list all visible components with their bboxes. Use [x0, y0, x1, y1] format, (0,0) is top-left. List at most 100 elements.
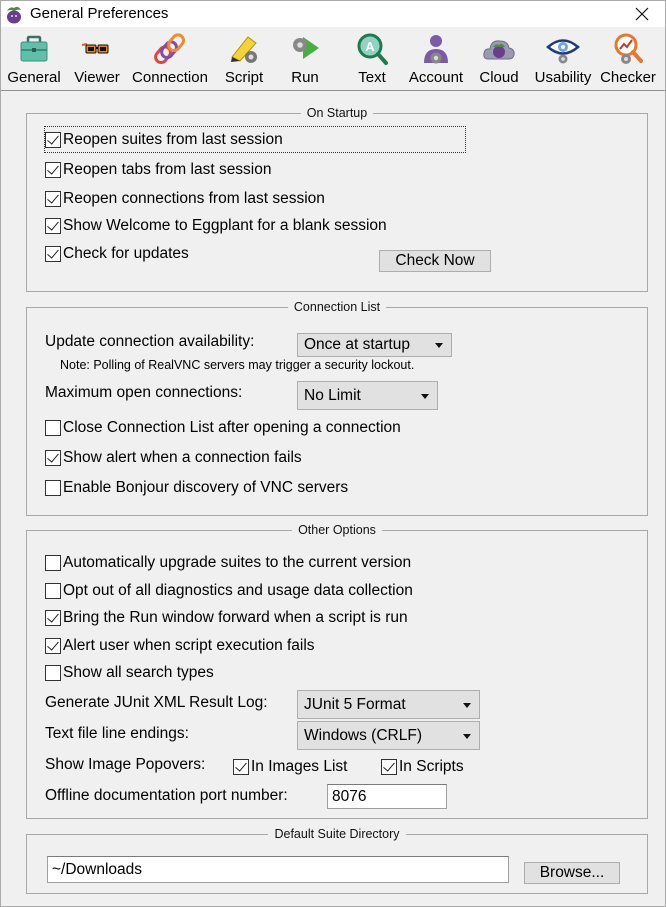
update-availability-select[interactable]: Once at startup: [297, 333, 452, 357]
tab-viewer-label: Viewer: [74, 69, 120, 86]
reopen-suites-label: Reopen suites from last session: [63, 131, 283, 148]
alert-script-fails-checkbox[interactable]: Alert user when script execution fails: [45, 636, 315, 656]
browse-button[interactable]: Browse...: [524, 862, 620, 884]
image-popovers-label: Show Image Popovers:: [45, 756, 206, 773]
max-connections-value: No Limit: [304, 386, 361, 404]
checkbox-box[interactable]: [45, 450, 61, 466]
tab-run[interactable]: Run: [283, 31, 327, 89]
chevron-down-icon: [421, 393, 429, 399]
show-welcome-checkbox[interactable]: Show Welcome to Eggplant for a blank ses…: [45, 216, 387, 236]
port-number-label: Offline documentation port number:: [45, 787, 288, 804]
line-endings-value: Windows (CRLF): [304, 726, 422, 744]
bonjour-discovery-checkbox[interactable]: Enable Bonjour discovery of VNC servers: [45, 478, 348, 498]
close-connection-list-checkbox[interactable]: Close Connection List after opening a co…: [45, 418, 401, 438]
checkbox-box[interactable]: [45, 638, 61, 654]
tab-usability[interactable]: Usability: [531, 31, 595, 89]
checkbox-box[interactable]: [45, 162, 61, 178]
user-gear-icon: [424, 35, 448, 64]
tab-connection[interactable]: Connection: [130, 31, 210, 89]
checkbox-box[interactable]: [45, 555, 61, 571]
bring-run-window-checkbox[interactable]: Bring the Run window forward when a scri…: [45, 608, 408, 628]
svg-text:A: A: [365, 39, 375, 54]
junit-log-value: JUnit 5 Format: [304, 695, 406, 713]
title-bar: General Preferences: [1, 1, 665, 27]
tab-checker-label: Checker: [600, 69, 656, 86]
reopen-tabs-checkbox[interactable]: Reopen tabs from last session: [45, 160, 272, 180]
suite-directory-value: ~/Downloads: [52, 860, 143, 878]
suite-directory-input[interactable]: ~/Downloads: [47, 856, 509, 883]
popovers-scripts-label: In Scripts: [399, 758, 464, 775]
tab-general[interactable]: General: [5, 31, 63, 89]
checkbox-box[interactable]: [45, 218, 61, 234]
checkbox-box[interactable]: [45, 191, 61, 207]
check-now-button[interactable]: Check Now: [379, 250, 491, 272]
other-options-group: Other Options Automatically upgrade suit…: [26, 523, 648, 819]
chevron-down-icon: [435, 343, 443, 348]
tab-script[interactable]: Script: [219, 31, 269, 89]
checkbox-box[interactable]: [45, 665, 61, 681]
opt-out-diagnostics-checkbox[interactable]: Opt out of all diagnostics and usage dat…: [45, 581, 413, 601]
pencil-gear-icon: [231, 36, 257, 63]
tab-checker[interactable]: Checker: [599, 31, 657, 89]
window-title: General Preferences: [30, 5, 169, 22]
alert-script-fails-label: Alert user when script execution fails: [63, 637, 315, 654]
close-icon: [635, 7, 649, 21]
show-search-types-checkbox[interactable]: Show all search types: [45, 663, 214, 683]
reopen-tabs-label: Reopen tabs from last session: [63, 161, 272, 178]
checkbox-box[interactable]: [233, 759, 249, 775]
popovers-images-list-checkbox[interactable]: In Images List: [233, 757, 348, 777]
other-options-title: Other Options: [292, 523, 382, 537]
general-preferences-panel: On Startup Reopen suites from last sessi…: [1, 92, 665, 906]
line-endings-select[interactable]: Windows (CRLF): [297, 721, 480, 750]
default-suite-directory-title: Default Suite Directory: [268, 827, 406, 841]
reopen-connections-checkbox[interactable]: Reopen connections from last session: [45, 189, 325, 209]
tab-viewer[interactable]: Viewer: [69, 31, 125, 89]
checkbox-box[interactable]: [45, 420, 61, 436]
checkbox-box[interactable]: [45, 610, 61, 626]
popovers-scripts-checkbox[interactable]: In Scripts: [381, 757, 464, 777]
eggplant-app-icon: [7, 6, 21, 24]
connection-list-group: Connection List Update connection availa…: [26, 300, 648, 516]
tab-account[interactable]: Account: [406, 31, 466, 89]
check-for-updates-checkbox[interactable]: Check for updates: [45, 244, 189, 264]
max-connections-label: Maximum open connections:: [45, 384, 243, 401]
toolbox-icon: [20, 35, 48, 62]
checkbox-box[interactable]: [45, 583, 61, 599]
reopen-suites-checkbox[interactable]: Reopen suites from last session: [45, 130, 283, 150]
preferences-toolbar: General Viewer Connection Script Run A T…: [1, 27, 665, 91]
tab-connection-label: Connection: [132, 69, 208, 86]
show-alert-checkbox[interactable]: Show alert when a connection fails: [45, 448, 302, 468]
auto-upgrade-checkbox[interactable]: Automatically upgrade suites to the curr…: [45, 553, 411, 573]
checkbox-box[interactable]: [381, 759, 397, 775]
reopen-connections-label: Reopen connections from last session: [63, 190, 325, 207]
checkbox-box[interactable]: [45, 132, 61, 148]
chevron-down-icon: [463, 702, 471, 708]
checker-magnifier-icon: [614, 33, 643, 64]
checkbox-box[interactable]: [45, 246, 61, 262]
close-button[interactable]: [619, 1, 665, 27]
auto-upgrade-label: Automatically upgrade suites to the curr…: [63, 554, 412, 571]
chain-link-icon: [154, 33, 185, 65]
port-number-input[interactable]: 8076: [327, 784, 447, 809]
junit-log-label: Generate JUnit XML Result Log:: [45, 694, 268, 711]
checkbox-box[interactable]: [45, 480, 61, 496]
show-search-types-label: Show all search types: [63, 664, 214, 681]
show-welcome-label: Show Welcome to Eggplant for a blank ses…: [63, 217, 387, 234]
junit-log-select[interactable]: JUnit 5 Format: [297, 690, 480, 719]
preferences-window: General Preferences General Viewer Conne…: [0, 0, 666, 907]
update-availability-value: Once at startup: [304, 336, 410, 353]
max-connections-select[interactable]: No Limit: [297, 381, 438, 410]
eye-gear-icon: [546, 39, 580, 64]
tab-cloud[interactable]: Cloud: [476, 31, 522, 89]
polling-note: Note: Polling of RealVNC servers may tri…: [60, 358, 415, 372]
connection-list-title: Connection List: [287, 300, 387, 314]
tab-run-label: Run: [291, 69, 319, 86]
cloud-icon: [483, 40, 515, 60]
show-alert-label: Show alert when a connection fails: [63, 449, 302, 466]
chevron-down-icon: [463, 733, 471, 739]
tab-general-label: General: [7, 69, 61, 86]
bring-run-window-label: Bring the Run window forward when a scri…: [63, 609, 408, 626]
close-connection-list-label: Close Connection List after opening a co…: [63, 419, 401, 436]
default-suite-directory-group: Default Suite Directory ~/Downloads Brow…: [26, 827, 648, 894]
tab-text[interactable]: A Text: [351, 31, 393, 89]
